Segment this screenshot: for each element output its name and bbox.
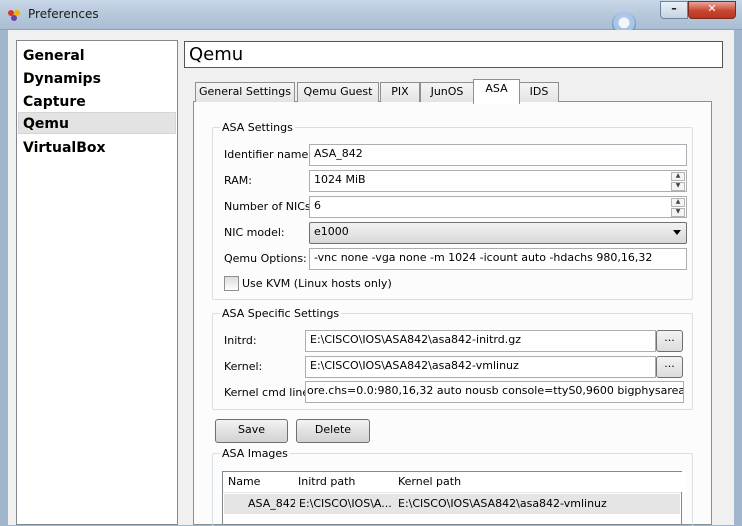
cmdline-input[interactable]: ore.chs=0.0:980,16,32 auto nousb console… — [305, 381, 684, 403]
close-button[interactable]: ✕ — [688, 1, 736, 19]
column-header-name[interactable]: Name — [223, 472, 297, 492]
initrd-browse-button[interactable]: ... — [656, 330, 683, 352]
identifier-label: Identifier name: — [224, 148, 312, 161]
spin-up-icon[interactable]: ▲ — [671, 198, 685, 207]
nic-model-select[interactable]: e1000 — [309, 222, 687, 244]
asa-settings-title: ASA Settings — [220, 121, 295, 134]
tab-pix[interactable]: PIX — [380, 82, 420, 102]
sidebar-item-general[interactable]: General — [23, 46, 175, 66]
kernel-label: Kernel: — [224, 360, 263, 373]
kernel-browse-button[interactable]: ... — [656, 356, 683, 378]
nic-model-label: NIC model: — [224, 226, 285, 239]
ram-value: 1024 MiB — [314, 173, 366, 186]
use-kvm-checkbox[interactable] — [224, 276, 239, 291]
ram-spin-arrows[interactable]: ▲ ▼ — [671, 172, 685, 191]
asa-images-table[interactable]: Name Initrd path Kernel path ASA_842 E:\… — [222, 471, 686, 525]
row-initrd-cell: E:\CISCO\IOS\A... — [299, 497, 392, 510]
tab-ids[interactable]: IDS — [519, 82, 559, 102]
spin-down-icon[interactable]: ▼ — [671, 208, 685, 217]
qemu-options-input[interactable]: -vnc none -vga none -m 1024 -icount auto… — [309, 248, 687, 270]
row-name-cell: ASA_842 — [248, 497, 295, 510]
page-title: Qemu — [189, 44, 244, 65]
spin-up-icon[interactable]: ▲ — [671, 172, 685, 181]
save-button[interactable]: Save — [215, 419, 288, 443]
qemu-options-label: Qemu Options: — [224, 252, 307, 265]
initrd-input[interactable]: E:\CISCO\IOS\ASA842\asa842-initrd.gz — [305, 330, 656, 352]
sidebar-item-dynamips[interactable]: Dynamips — [23, 69, 175, 89]
column-header-initrd[interactable]: Initrd path — [293, 472, 399, 492]
ram-label: RAM: — [224, 174, 252, 187]
minimize-icon: – — [671, 2, 677, 15]
chevron-down-icon — [673, 230, 681, 235]
delete-button[interactable]: Delete — [296, 419, 370, 443]
row-kernel-cell: E:\CISCO\IOS\ASA842\asa842-vmlinuz — [398, 497, 607, 510]
identifier-input[interactable]: ASA_842 — [309, 144, 687, 166]
use-kvm-label: Use KVM (Linux hosts only) — [242, 277, 392, 290]
sidebar-item-virtualbox[interactable]: VirtualBox — [23, 138, 175, 158]
header-divider — [223, 492, 681, 493]
sidebar-item-qemu[interactable]: Qemu — [23, 114, 175, 134]
window-title: Preferences — [28, 7, 99, 21]
sidebar-item-capture[interactable]: Capture — [23, 92, 175, 112]
nic-model-value: e1000 — [314, 225, 349, 238]
nics-value: 6 — [314, 199, 321, 212]
nics-spin-arrows[interactable]: ▲ ▼ — [671, 198, 685, 217]
asa-specific-title: ASA Specific Settings — [220, 307, 342, 320]
app-icon — [8, 10, 20, 21]
nics-label: Number of NICs: — [224, 200, 315, 213]
tab-general-settings[interactable]: General Settings — [195, 82, 295, 102]
tab-qemu-guest[interactable]: Qemu Guest — [297, 82, 379, 102]
tab-asa[interactable]: ASA — [473, 79, 520, 104]
spin-down-icon[interactable]: ▼ — [671, 182, 685, 191]
tab-junos[interactable]: JunOS — [420, 82, 474, 102]
minimize-button[interactable]: – — [660, 1, 688, 19]
nics-spinbox[interactable]: 6 ▲ ▼ — [309, 196, 687, 218]
initrd-label: Initrd: — [224, 334, 257, 347]
close-icon: ✕ — [707, 2, 717, 15]
asa-images-title: ASA Images — [220, 447, 290, 460]
column-header-kernel[interactable]: Kernel path — [393, 472, 686, 492]
kernel-input[interactable]: E:\CISCO\IOS\ASA842\asa842-vmlinuz — [305, 356, 656, 378]
ram-spinbox[interactable]: 1024 MiB ▲ ▼ — [309, 170, 687, 192]
cmdline-label: Kernel cmd line: — [224, 386, 313, 399]
page-header — [184, 41, 723, 68]
